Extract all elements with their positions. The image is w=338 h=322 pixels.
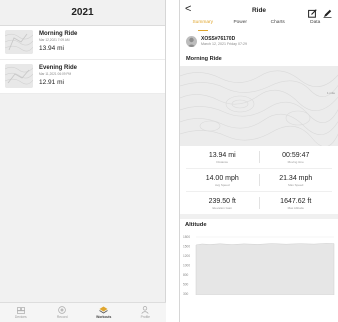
- stat-label: Moving time: [287, 159, 304, 164]
- altitude-title: Altitude: [185, 222, 207, 228]
- map-scale-label: 1 mile: [326, 91, 335, 95]
- tab-data[interactable]: Data: [297, 20, 335, 25]
- ride-date: Mar 11,2021 06:09 PM: [39, 72, 72, 76]
- year-title: 2021: [71, 7, 94, 18]
- stat-max-speed: 21.34 mph Max Speed: [260, 174, 333, 187]
- route-map[interactable]: 1 mile: [180, 66, 338, 146]
- nav-workouts[interactable]: Workouts: [83, 303, 125, 322]
- nav-label: Devices: [14, 315, 27, 319]
- stat-label: Max Speed: [288, 182, 304, 187]
- nav-label: Profile: [140, 315, 150, 319]
- stat-label: Elevation Gain: [212, 205, 232, 210]
- devices-icon: [16, 306, 25, 314]
- stat-value: 21.34 mph: [279, 174, 313, 182]
- altitude-tick-label: 1200: [183, 254, 190, 258]
- altitude-tick-label: 800: [183, 273, 189, 277]
- ride-detail-screen: < Ride Summary Power Charts Data XOSS#76…: [179, 0, 338, 322]
- altitude-tick-label: 500: [183, 283, 189, 287]
- stat-value: 1647.62 ft: [280, 197, 312, 205]
- ride-header: < Ride: [180, 0, 338, 20]
- screen-title: Ride: [251, 6, 267, 14]
- altitude-tick-label: 1000: [183, 264, 190, 268]
- ride-list: Morning Ride Mar 12,2021 7:09 AM 13.94 m…: [0, 26, 165, 94]
- nav-label: Record: [56, 315, 68, 319]
- altitude-tick-label: 300: [183, 292, 189, 295]
- stat-value: 239.50 ft: [208, 197, 236, 205]
- stat-avg-speed: 14.00 mph Avg Speed: [186, 174, 259, 187]
- altitude-chart[interactable]: 1800 1500 1200 1000 800 500 300: [180, 231, 338, 295]
- screenshot-stage: 2021 Morning Ride Mar 12,2021 7:09 AM 13…: [0, 0, 338, 322]
- altitude-area: [195, 243, 335, 295]
- ride-map-thumbnail: [5, 30, 33, 54]
- bottom-navigation: Devices Record Workouts Profile: [0, 302, 166, 322]
- tab-power[interactable]: Power: [222, 20, 260, 25]
- altitude-section: Altitude 1800 1500 1200 1000 800 500 300: [180, 214, 338, 295]
- stat-moving-time: 00:59:47 Moving time: [260, 151, 333, 164]
- stat-label: Max Altitude: [287, 205, 304, 210]
- stat-row: 239.50 ft Elevation Gain 1647.62 ft Max …: [186, 192, 332, 214]
- workouts-header: 2021: [0, 0, 165, 26]
- back-button[interactable]: <: [185, 3, 191, 15]
- workouts-icon: [99, 306, 108, 314]
- stat-elevation-gain: 239.50 ft Elevation Gain: [186, 197, 259, 210]
- ride-distance: 12.91 mi: [39, 79, 64, 86]
- ride-title: Morning Ride: [186, 56, 222, 62]
- nav-profile[interactable]: Profile: [125, 303, 167, 322]
- workouts-screen: 2021 Morning Ride Mar 12,2021 7:09 AM 13…: [0, 0, 166, 322]
- stat-label: Distance: [216, 159, 229, 164]
- ride-stats: 13.94 mi Distance 00:59:47 Moving time 1…: [180, 146, 338, 214]
- nav-label: Workouts: [96, 315, 112, 319]
- stat-label: Avg Speed: [214, 182, 230, 187]
- stat-max-altitude: 1647.62 ft Max Altitude: [260, 197, 333, 210]
- ride-list-item[interactable]: Morning Ride Mar 12,2021 7:09 AM 13.94 m…: [0, 26, 165, 60]
- stat-value: 13.94 mi: [208, 151, 236, 159]
- nav-record[interactable]: Record: [42, 303, 84, 322]
- stat-value: 00:59:47: [282, 151, 310, 159]
- ride-name: Morning Ride: [39, 31, 78, 37]
- user-row: XOSS#76170D March 12, 2021 Friday 07:29: [180, 30, 338, 52]
- altitude-chart-svg: 1800 1500 1200 1000 800 500 300: [183, 235, 335, 295]
- ride-tabs: Summary Power Charts Data: [180, 20, 338, 30]
- avatar: [186, 35, 197, 47]
- ride-map-thumbnail: [5, 64, 33, 88]
- tab-charts[interactable]: Charts: [259, 20, 297, 25]
- stat-distance: 13.94 mi Distance: [186, 151, 259, 164]
- edit-icon[interactable]: [308, 5, 317, 18]
- nav-devices[interactable]: Devices: [0, 303, 42, 322]
- profile-icon: [141, 306, 150, 314]
- ride-distance: 13.94 mi: [39, 45, 64, 52]
- tab-summary[interactable]: Summary: [184, 20, 222, 25]
- record-icon: [58, 306, 67, 314]
- altitude-tick-label: 1800: [183, 235, 190, 239]
- stat-row: 13.94 mi Distance 00:59:47 Moving time: [186, 146, 332, 168]
- ride-list-item[interactable]: Evening Ride Mar 11,2021 06:09 PM 12.91 …: [0, 60, 165, 94]
- pen-icon[interactable]: [323, 5, 332, 18]
- ride-date: Mar 12,2021 7:09 AM: [39, 38, 70, 42]
- ride-datetime: March 12, 2021 Friday 07:29: [201, 41, 247, 46]
- ride-name: Evening Ride: [39, 65, 78, 71]
- stat-value: 14.00 mph: [205, 174, 239, 182]
- altitude-tick-label: 1500: [183, 245, 190, 249]
- stat-row: 14.00 mph Avg Speed 21.34 mph Max Speed: [186, 169, 332, 191]
